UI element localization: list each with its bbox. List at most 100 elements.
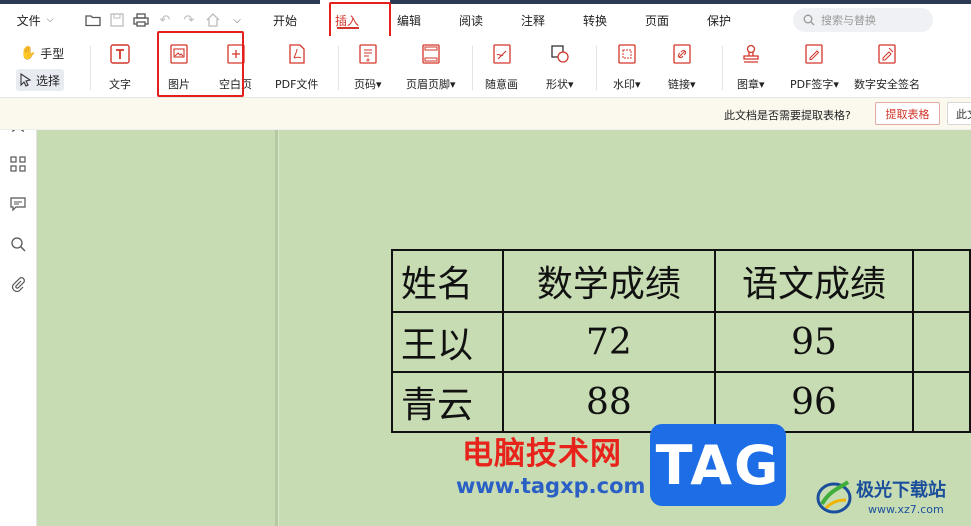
file-menu[interactable]: 文件 ⌵ bbox=[0, 4, 70, 36]
table-cell-name: 王以 bbox=[391, 311, 504, 373]
tab-convert[interactable]: 转换 bbox=[564, 4, 626, 36]
insert-pdf-file-button[interactable]: PDF文件 bbox=[275, 42, 318, 92]
chevron-down-icon: ⌵ bbox=[46, 15, 54, 25]
left-sidebar bbox=[0, 98, 37, 526]
print-icon[interactable] bbox=[132, 11, 150, 29]
extract-table-button[interactable]: 提取表格 bbox=[875, 102, 940, 125]
menu-bar: 文件 ⌵ ↶ ↷ ⌵ 开始 插入 编辑 阅读 注释 转换 页面 保护 搜索与替换 bbox=[0, 4, 971, 36]
watermark-brand-name: 极光下载站 bbox=[856, 480, 946, 501]
table-extract-notice: 此文档是否需要提取表格? 提取表格 此文 bbox=[0, 98, 971, 130]
link-icon bbox=[670, 42, 694, 66]
table-header-cell: 语文成绩 bbox=[713, 249, 915, 313]
table-row: 王以 72 95 bbox=[391, 311, 971, 373]
digital-signature-button[interactable]: 数字安全签名 bbox=[854, 42, 920, 92]
tab-read[interactable]: 阅读 bbox=[440, 4, 502, 36]
divider bbox=[596, 46, 597, 90]
text-icon bbox=[108, 42, 132, 66]
redo-icon[interactable]: ↷ bbox=[180, 11, 198, 29]
tag-logo-watermark: TAG bbox=[650, 424, 786, 506]
search-icon[interactable] bbox=[8, 234, 28, 254]
divider bbox=[338, 46, 339, 90]
watermark-brand-url: www.xz7.com bbox=[868, 503, 944, 516]
page-number-button[interactable]: # 页码▾ bbox=[354, 42, 382, 92]
divider bbox=[472, 46, 473, 90]
button-label: 图章▾ bbox=[737, 78, 765, 91]
search-input[interactable]: 搜索与替换 bbox=[793, 8, 933, 32]
search-placeholder: 搜索与替换 bbox=[821, 14, 876, 27]
tab-label: 转换 bbox=[582, 13, 607, 28]
customize-chevron-icon[interactable]: ⌵ bbox=[228, 11, 246, 29]
shape-button[interactable]: 形状▾ bbox=[546, 42, 574, 92]
tab-label: 页面 bbox=[644, 13, 669, 28]
thumbnails-icon[interactable] bbox=[8, 154, 28, 174]
tab-start[interactable]: 开始 bbox=[254, 4, 316, 36]
button-label: 形状▾ bbox=[546, 78, 574, 91]
button-label: 链接▾ bbox=[668, 78, 696, 91]
search-icon bbox=[803, 14, 815, 26]
ribbon-toolbar: ✋ 手型 选择 文字 图片 空白页 PDF文件 # 页码▾ 页眉页脚▾ 随意画 … bbox=[0, 31, 971, 98]
header-footer-icon bbox=[419, 42, 443, 66]
button-label: 页眉页脚▾ bbox=[406, 78, 456, 91]
tab-label: 注释 bbox=[520, 13, 545, 28]
table-cell-chinese: 95 bbox=[713, 311, 915, 373]
notice-secondary-button[interactable]: 此文 bbox=[947, 102, 971, 125]
tab-annotate[interactable]: 注释 bbox=[502, 4, 564, 36]
button-label: 水印▾ bbox=[613, 78, 641, 91]
table-header-cell: 数学成绩 bbox=[501, 249, 716, 313]
score-table: 姓名 数学成绩 语文成绩 王以 72 95 青云 88 96 bbox=[391, 249, 971, 433]
notice-text: 此文档是否需要提取表格? bbox=[724, 109, 851, 122]
pdf-sign-button[interactable]: PDF签字▾ bbox=[790, 42, 839, 92]
quick-access-toolbar: ↶ ↷ ⌵ bbox=[70, 11, 254, 29]
table-header-cell: 姓名 bbox=[391, 249, 504, 313]
brand-watermark: 极光下载站 www.xz7.com bbox=[812, 470, 971, 526]
stamp-button[interactable]: 图章▾ bbox=[737, 42, 765, 92]
button-label: 随意画 bbox=[485, 78, 518, 91]
tab-label: 保护 bbox=[706, 13, 731, 28]
table-cell-math: 72 bbox=[501, 311, 716, 373]
divider bbox=[90, 46, 91, 90]
watermark-site-url: www.tagxp.com bbox=[456, 474, 646, 498]
home-icon[interactable] bbox=[204, 11, 222, 29]
cursor-icon bbox=[20, 73, 32, 87]
svg-text:#: # bbox=[366, 58, 370, 64]
undo-icon[interactable]: ↶ bbox=[156, 11, 174, 29]
tab-label: 阅读 bbox=[458, 13, 483, 28]
watermark-button[interactable]: 水印▾ bbox=[613, 42, 641, 92]
save-icon[interactable] bbox=[108, 11, 126, 29]
hand-tool[interactable]: ✋ 手型 bbox=[16, 42, 68, 64]
hand-tool-label: 手型 bbox=[40, 46, 65, 61]
header-footer-button[interactable]: 页眉页脚▾ bbox=[406, 42, 456, 92]
watermark-site-name: 电脑技术网 bbox=[462, 436, 622, 472]
table-cell bbox=[912, 371, 971, 433]
button-label: PDF文件 bbox=[275, 78, 319, 91]
divider bbox=[722, 46, 723, 90]
comment-icon[interactable] bbox=[8, 194, 28, 214]
tab-protect[interactable]: 保护 bbox=[688, 4, 750, 36]
page-number-icon: # bbox=[356, 42, 380, 66]
tab-label: 开始 bbox=[272, 13, 297, 28]
aurora-logo-icon bbox=[816, 480, 852, 514]
open-folder-icon[interactable] bbox=[84, 11, 102, 29]
button-label: 文字 bbox=[109, 78, 131, 91]
freehand-draw-button[interactable]: 随意画 bbox=[485, 42, 518, 92]
table-header-cell bbox=[912, 249, 971, 313]
pen-draw-icon bbox=[490, 42, 514, 66]
watermark-icon bbox=[615, 42, 639, 66]
signature-icon bbox=[802, 42, 826, 66]
stamp-icon bbox=[739, 42, 763, 66]
page-separator-highlight bbox=[278, 130, 279, 526]
secure-signature-icon bbox=[875, 42, 899, 66]
table-cell bbox=[912, 311, 971, 373]
link-button[interactable]: 链接▾ bbox=[668, 42, 696, 92]
button-label: 页码▾ bbox=[354, 78, 382, 91]
tab-page[interactable]: 页面 bbox=[626, 4, 688, 36]
table-header-row: 姓名 数学成绩 语文成绩 bbox=[391, 249, 971, 313]
insert-text-button[interactable]: 文字 bbox=[108, 42, 132, 92]
select-tool-label: 选择 bbox=[36, 73, 61, 88]
attachment-icon[interactable] bbox=[8, 274, 28, 294]
select-tool[interactable]: 选择 bbox=[16, 69, 65, 91]
button-label: PDF签字▾ bbox=[790, 78, 839, 91]
tab-label: 编辑 bbox=[396, 13, 421, 28]
file-menu-label: 文件 bbox=[16, 13, 41, 28]
shape-icon bbox=[548, 42, 572, 66]
